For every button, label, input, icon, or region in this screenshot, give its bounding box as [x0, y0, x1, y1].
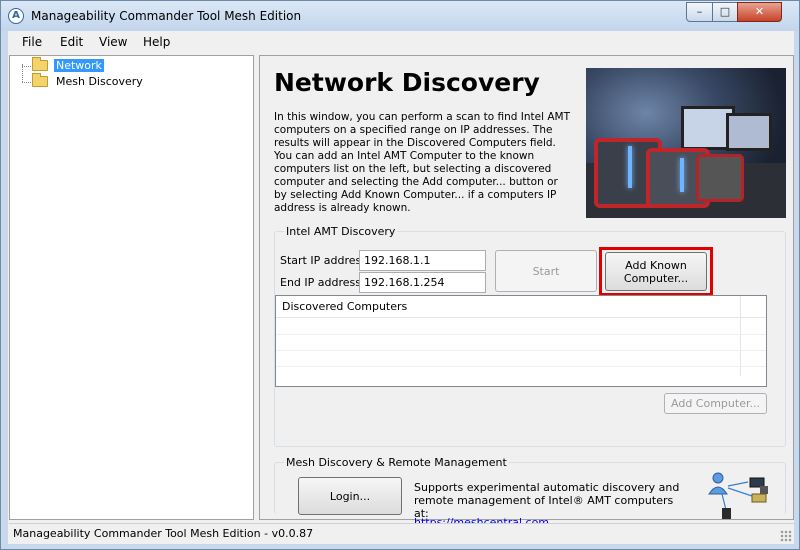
resize-grip-icon[interactable]: [780, 530, 792, 542]
page-title: Network Discovery: [274, 68, 540, 97]
end-ip-input[interactable]: 192.168.1.254: [359, 272, 486, 293]
folder-icon: [32, 57, 48, 71]
start-ip-input[interactable]: 192.168.1.1: [359, 250, 486, 271]
group-title: Mesh Discovery & Remote Management: [284, 456, 509, 469]
tree-item-label: Network: [54, 59, 104, 72]
start-button[interactable]: Start: [495, 250, 597, 292]
window-title: Manageability Commander Tool Mesh Editio…: [31, 9, 302, 23]
tree-item-network[interactable]: Network: [18, 57, 138, 74]
folder-icon: [32, 73, 48, 87]
menu-edit[interactable]: Edit: [60, 35, 83, 49]
tree-connector: [22, 66, 31, 67]
group-title: Intel AMT Discovery: [284, 225, 398, 238]
mesh-description: Supports experimental automatic discover…: [414, 481, 680, 520]
photo-light: [680, 158, 684, 192]
menu-view[interactable]: View: [99, 35, 127, 49]
tree-item-label: Mesh Discovery: [56, 75, 143, 88]
menu-bar: File Edit View Help: [8, 31, 794, 53]
start-ip-label: Start IP address: [280, 254, 367, 267]
amt-discovery-group: Intel AMT Discovery Start IP address 192…: [274, 225, 786, 447]
list-gridline: [276, 366, 766, 367]
status-bar: Manageability Commander Tool Mesh Editio…: [9, 523, 794, 544]
navigation-tree[interactable]: Network Mesh Discovery: [9, 55, 254, 520]
photo-computer: [696, 154, 744, 202]
status-text: Manageability Commander Tool Mesh Editio…: [13, 527, 314, 540]
tree-item-mesh-discovery[interactable]: Mesh Discovery: [18, 73, 158, 90]
close-button[interactable]: ✕: [737, 2, 782, 22]
list-header[interactable]: Discovered Computers: [276, 296, 766, 318]
discovered-computers-list[interactable]: Discovered Computers: [275, 295, 767, 387]
app-logo-icon: A: [8, 8, 24, 24]
menu-file[interactable]: File: [22, 35, 42, 49]
menu-help[interactable]: Help: [143, 35, 170, 49]
list-gridline: [276, 334, 766, 335]
list-column-separator: [740, 296, 741, 376]
add-computer-button[interactable]: Add Computer...: [664, 393, 767, 414]
photo-monitor: [726, 113, 772, 151]
minimize-button[interactable]: –: [686, 2, 713, 22]
app-window: A Manageability Commander Tool Mesh Edit…: [0, 0, 800, 550]
tree-connector: [22, 82, 31, 83]
list-gridline: [276, 350, 766, 351]
hardware-photo: [586, 68, 786, 218]
maximize-button[interactable]: □: [712, 2, 738, 22]
photo-light: [628, 146, 632, 188]
intro-text: In this window, you can perform a scan t…: [274, 111, 571, 214]
add-known-computer-button[interactable]: Add Known Computer...: [605, 252, 707, 291]
network-discovery-panel: Network Discovery In this window, you ca…: [259, 55, 794, 529]
title-bar[interactable]: A Manageability Commander Tool Mesh Edit…: [1, 1, 799, 31]
end-ip-label: End IP address: [280, 276, 361, 289]
login-button[interactable]: Login...: [298, 477, 402, 515]
network-users-icon: [708, 472, 768, 519]
client-area: File Edit View Help Network Mesh Discove…: [8, 31, 794, 544]
